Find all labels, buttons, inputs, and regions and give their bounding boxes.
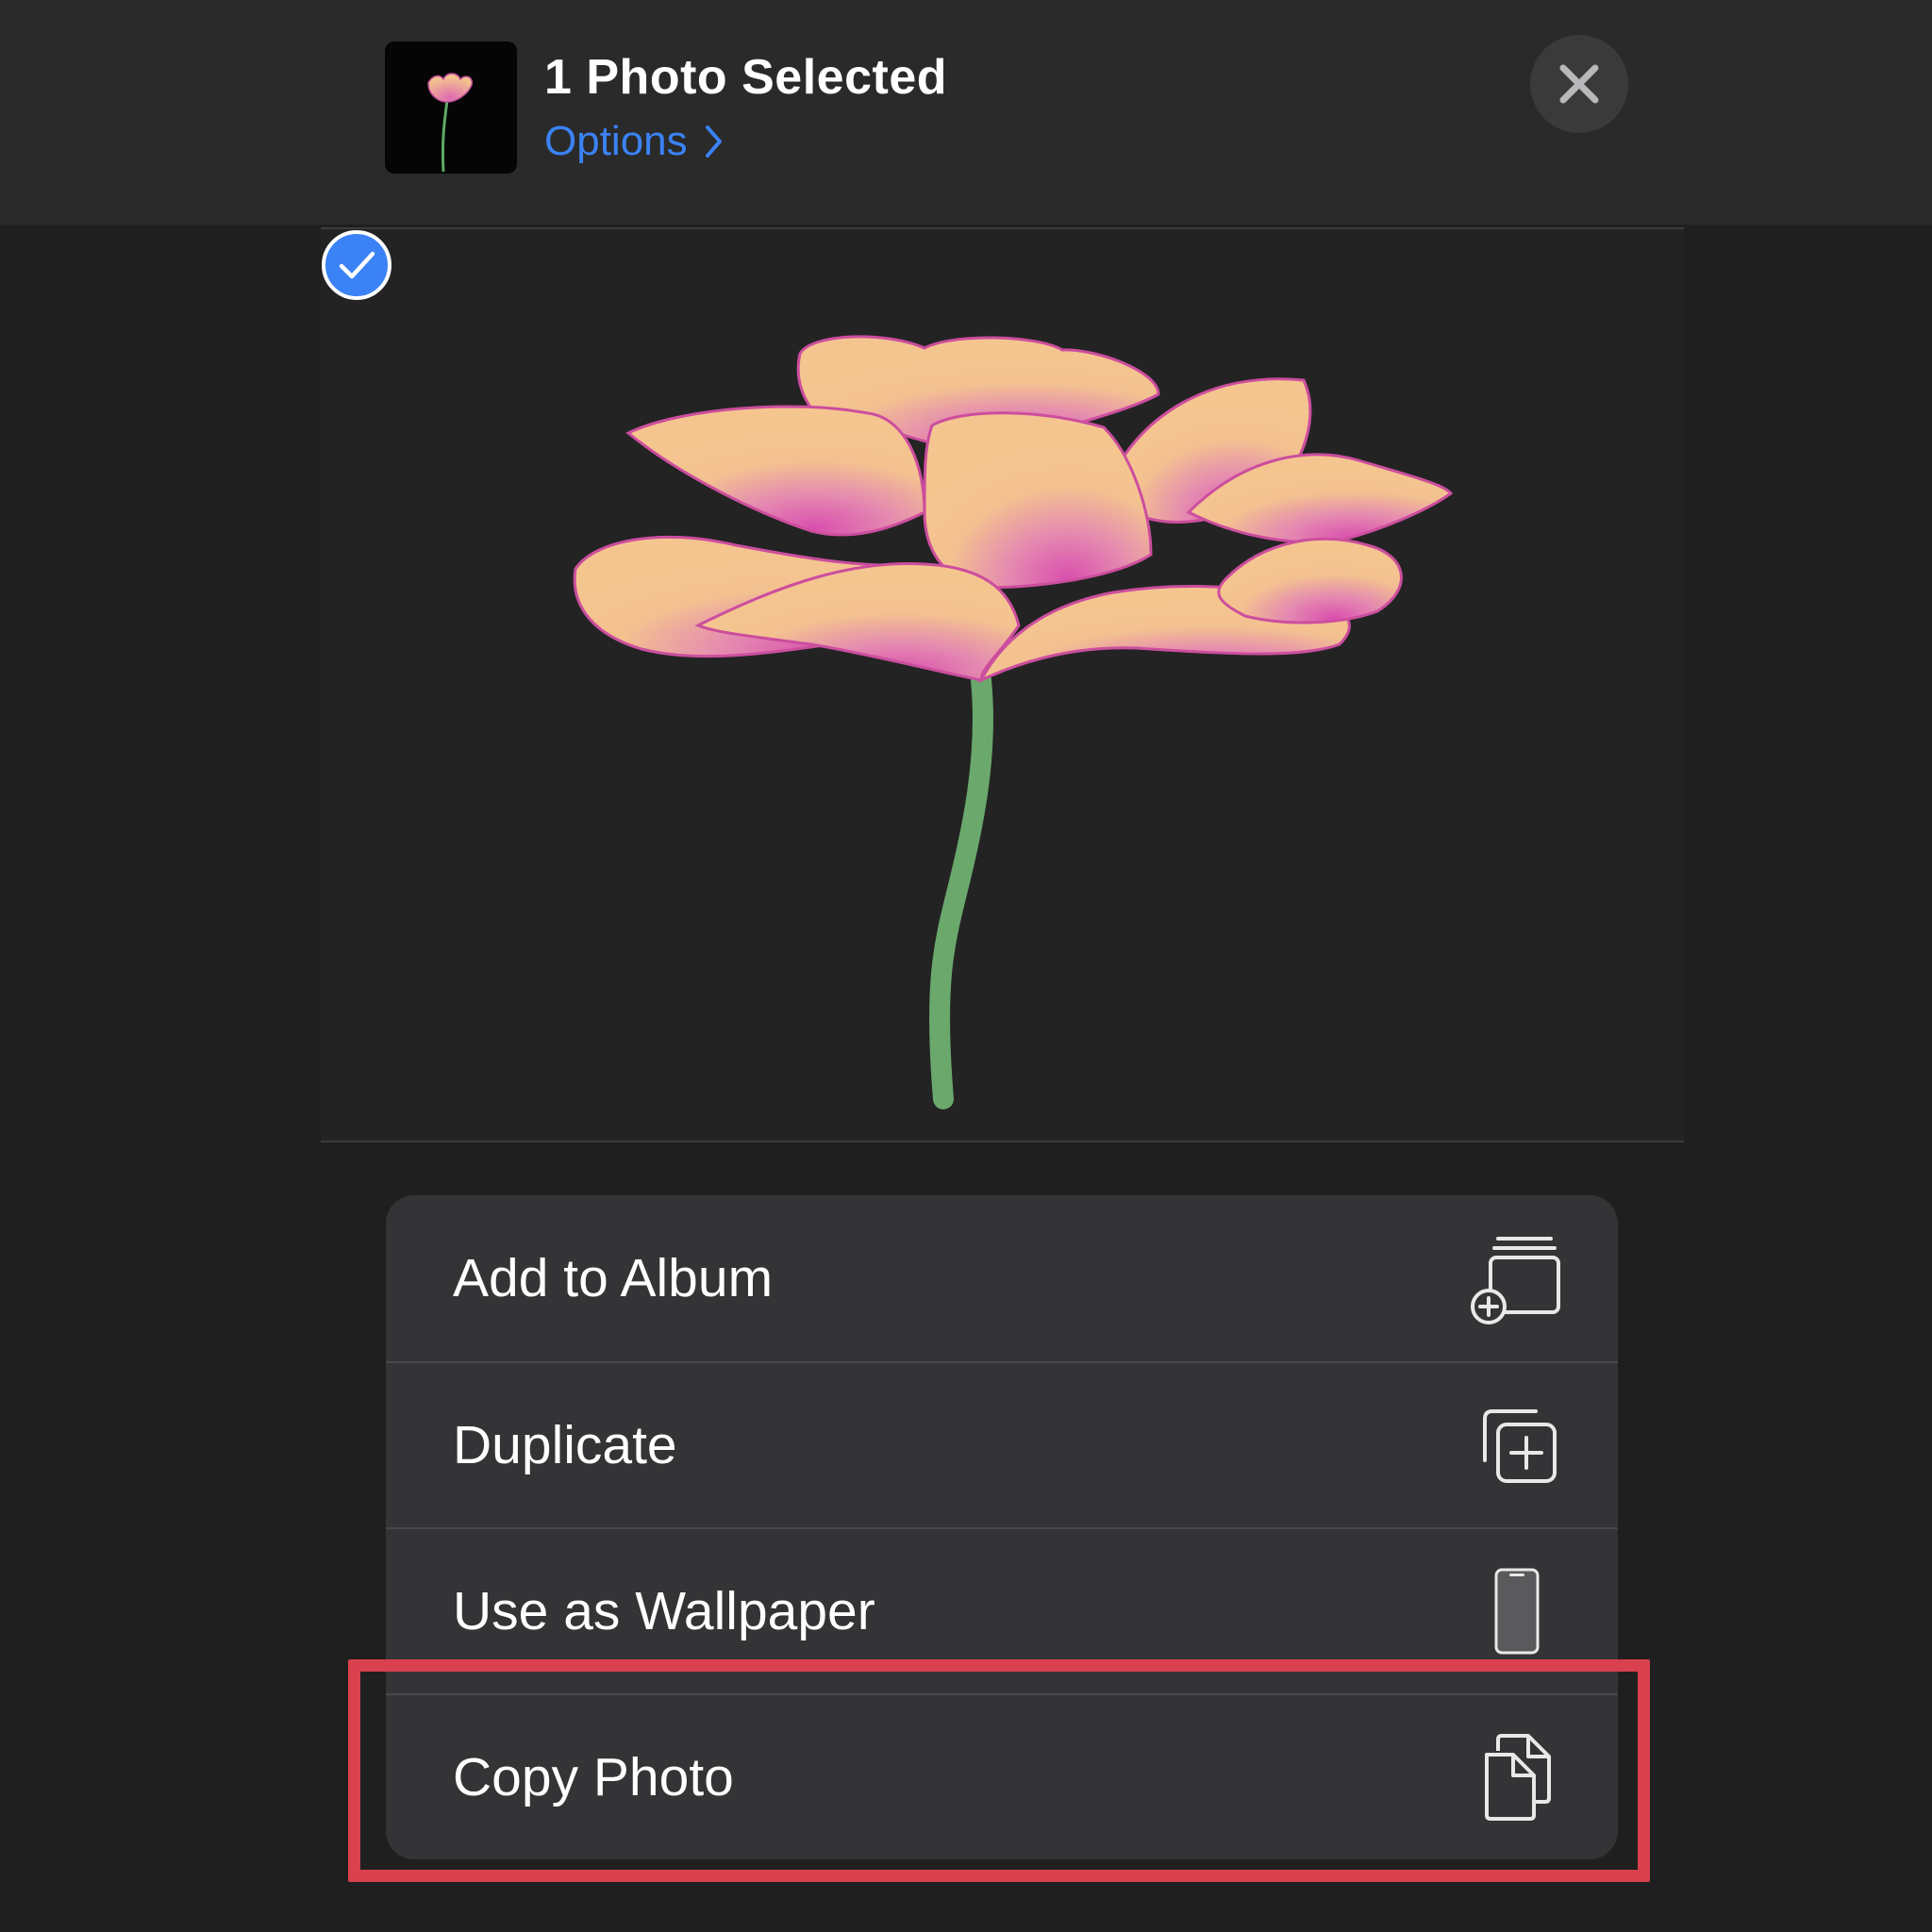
menu-item-label: Use as Wallpaper <box>453 1581 875 1641</box>
options-label: Options <box>544 118 688 164</box>
menu-item-add-to-album[interactable]: Add to Album <box>386 1195 1618 1361</box>
action-menu: Add to Album Duplicate Use as Wallpaper <box>386 1195 1618 1859</box>
share-sheet-header: 1 Photo Selected Options <box>0 0 1932 225</box>
flower-image <box>573 335 1454 1109</box>
photo-thumbnail <box>385 42 517 174</box>
phone-icon <box>1465 1559 1569 1663</box>
photo-preview[interactable] <box>321 227 1684 1142</box>
menu-item-duplicate[interactable]: Duplicate <box>386 1361 1618 1527</box>
add-to-album-icon <box>1465 1226 1569 1330</box>
checkmark-circle-icon[interactable] <box>321 229 392 301</box>
chevron-right-icon <box>705 125 722 158</box>
close-icon <box>1559 64 1599 104</box>
menu-item-label: Add to Album <box>453 1248 774 1308</box>
menu-item-label: Copy Photo <box>453 1747 734 1807</box>
menu-item-use-as-wallpaper[interactable]: Use as Wallpaper <box>386 1527 1618 1693</box>
menu-item-copy-photo[interactable]: Copy Photo <box>386 1693 1618 1859</box>
selection-title: 1 Photo Selected <box>544 50 947 105</box>
options-link[interactable]: Options <box>544 115 724 168</box>
menu-item-label: Duplicate <box>453 1415 677 1475</box>
copy-icon <box>1465 1725 1569 1829</box>
duplicate-icon <box>1465 1393 1569 1497</box>
close-button[interactable] <box>1530 35 1628 133</box>
